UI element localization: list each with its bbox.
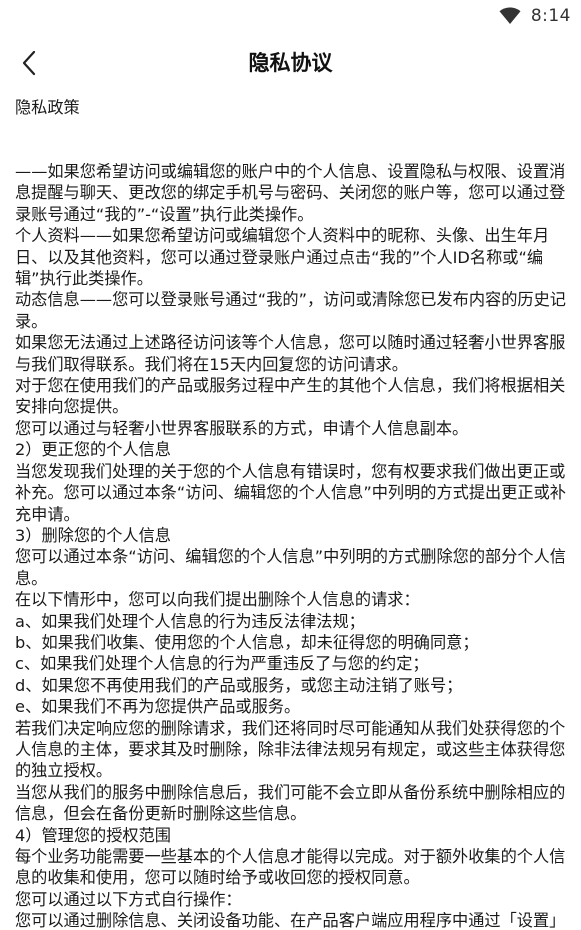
paragraph: 您可以通过本条“访问、编辑您的个人信息”中列明的方式删除您的部分个人信息。	[15, 547, 566, 588]
list-item: a、如果我们处理个人信息的行为违反法律法规；	[15, 611, 365, 631]
paragraph: 您可以通过删除信息、关闭设备功能、在产品客户端应用程序中通过「设置」-「账号与安…	[15, 911, 566, 930]
paragraph: ——如果您希望访问或编辑您的账户中的个人信息、设置隐私与权限、设置消息提醒与聊天…	[15, 162, 566, 224]
chevron-left-icon	[21, 50, 37, 76]
status-icons: 8:14	[499, 4, 571, 28]
paragraph: 动态信息——您可以登录账号通过“我的”，访问或清除您已发布内容的历史记录。	[15, 290, 566, 331]
paragraph: 个人资料——如果您希望访问或编辑您个人资料中的昵称、头像、出生年月日、以及其他资…	[15, 226, 550, 289]
paragraph: 当您发现我们处理的关于您的个人信息有错误时，您有权要求我们做出更正或补充。您可以…	[15, 461, 566, 524]
section-heading: 4）管理您的授权范围	[15, 825, 171, 845]
list-item: d、如果您不再使用我们的产品或服务，或您主动注销了账号；	[15, 675, 463, 695]
list-item: e、如果我们不再为您提供产品或服务。	[15, 697, 301, 717]
paragraph: 当您从我们的服务中删除信息后，我们可能不会立即从备份系统中删除相应的信息，但会在…	[15, 782, 566, 824]
paragraph: 在以下情形中，您可以向我们提出删除个人信息的请求：	[15, 590, 420, 610]
paragraph: 若我们决定响应您的删除请求，我们还将同时尽可能通知从我们处获得您的个人信息的主体…	[15, 718, 566, 781]
list-item: c、如果我们处理个人信息的行为严重违反了与您的约定；	[15, 654, 429, 674]
paragraph: 您可以通过与轻奢小世界客服联系的方式，申请个人信息副本。	[15, 418, 469, 438]
section-heading: 3）删除您的个人信息	[15, 525, 171, 545]
paragraph: 您可以通过以下方式自行操作：	[15, 889, 242, 909]
privacy-policy-content[interactable]: 隐私政策 ——如果您希望访问或编辑您的账户中的个人信息、设置隐私与权限、设置消息…	[15, 93, 567, 930]
app-bar: 隐私协议	[0, 36, 581, 90]
section-heading: 2）更正您的个人信息	[15, 440, 171, 460]
list-item: b、如果我们收集、使用您的个人信息，却未征得您的明确同意；	[15, 632, 479, 652]
document-heading: 隐私政策	[15, 98, 80, 117]
back-button[interactable]	[8, 42, 50, 84]
status-time: 8:14	[530, 6, 571, 26]
status-bar: 8:14	[0, 0, 581, 32]
wifi-icon	[499, 7, 521, 25]
paragraph: 对于您在使用我们的产品或服务过程中产生的其他个人信息，我们将根据相关安排向您提供…	[15, 376, 566, 417]
page-title: 隐私协议	[248, 51, 333, 75]
paragraph: 如果您无法通过上述路径访问该等个人信息，您可以随时通过轻奢小世界客服与我们取得联…	[15, 333, 566, 374]
paragraph: 每个业务功能需要一些基本的个人信息才能得以完成。对于额外收集的个人信息的收集和使…	[15, 847, 566, 888]
